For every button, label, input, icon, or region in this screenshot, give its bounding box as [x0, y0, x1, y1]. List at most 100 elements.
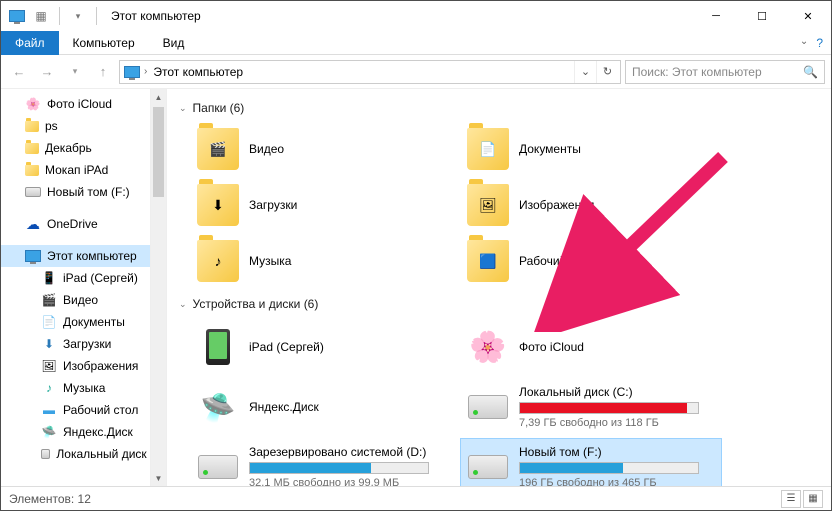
folders-grid: 🎬Видео 📄 Документы ⬇Загрузки🖼Изображения♪Му… — [191, 123, 819, 287]
scrollbar-thumb[interactable] — [153, 107, 164, 197]
tab-computer[interactable]: Компьютер — [59, 32, 149, 54]
chevron-down-icon[interactable]: ⌄ — [800, 36, 808, 50]
sidebar-item[interactable]: ▬Рабочий стол — [1, 399, 166, 421]
device-label: Фото iCloud — [519, 340, 715, 354]
storage-bar — [519, 462, 699, 474]
help-icon[interactable]: ? — [816, 36, 823, 50]
sidebar-item[interactable]: 📱iPad (Сергей) — [1, 267, 166, 289]
storage-text: 32,1 МБ свободно из 99,9 МБ — [249, 477, 445, 486]
pc-icon[interactable] — [7, 6, 27, 26]
scroll-up-icon[interactable]: ▲ — [151, 89, 166, 105]
close-button[interactable]: ✕ — [785, 1, 831, 31]
ribbon-right: ⌄ ? — [800, 36, 831, 50]
maximize-button[interactable]: ☐ — [739, 1, 785, 31]
folder-item[interactable]: 🟦 Рабочий стол — [461, 235, 721, 287]
sidebar-item-label: Документы — [63, 315, 125, 329]
folder-item[interactable]: 📄 Документы — [461, 123, 721, 175]
sidebar-item[interactable]: 🌸Фото iCloud — [1, 93, 166, 115]
content-pane: ⌄ Папки (6) 🎬Видео 📄 Документы ⬇Загрузки🖼Из… — [167, 89, 831, 486]
sidebar-item[interactable]: ☁OneDrive — [1, 213, 166, 235]
pc-icon — [122, 62, 142, 82]
device-item[interactable]: 🌸 Фото iCloud — [461, 319, 721, 375]
search-placeholder: Поиск: Этот компьютер — [632, 65, 803, 79]
forward-button[interactable]: → — [35, 60, 59, 84]
sidebar-item[interactable]: Этот компьютер — [1, 245, 166, 267]
sidebar-scrollbar[interactable]: ▲ ▼ — [150, 89, 166, 486]
sidebar-item[interactable]: Декабрь — [1, 137, 166, 159]
folder-icon: 🟦 — [467, 240, 509, 282]
search-input[interactable]: Поиск: Этот компьютер 🔍 — [625, 60, 825, 84]
folder-label: Загрузки — [249, 198, 297, 212]
sidebar-item[interactable]: ⬇Загрузки — [1, 333, 166, 355]
sidebar-item-label: Музыка — [63, 381, 105, 395]
group-header-folders[interactable]: ⌄ Папки (6) — [179, 101, 819, 115]
up-button[interactable]: ↑ — [91, 60, 115, 84]
item-count: Элементов: 12 — [9, 492, 91, 506]
folder-label: Документы — [519, 142, 581, 156]
device-label: iPad (Сергей) — [249, 340, 445, 354]
device-icon — [197, 446, 239, 486]
chevron-right-icon[interactable]: › — [142, 66, 149, 77]
refresh-button[interactable]: ↻ — [596, 61, 618, 83]
device-icon — [467, 446, 509, 486]
sidebar-item[interactable]: 🎬Видео — [1, 289, 166, 311]
sidebar-item-label: Изображения — [63, 359, 138, 373]
window-title: Этот компьютер — [107, 9, 693, 23]
device-icon: 🌸 — [467, 326, 509, 368]
scroll-down-icon[interactable]: ▼ — [151, 470, 166, 486]
tiles-view-button[interactable]: ▦ — [803, 490, 823, 508]
sidebar-item[interactable]: 🖼Изображения — [1, 355, 166, 377]
status-bar: Элементов: 12 ☰ ▦ — [1, 486, 831, 510]
separator — [59, 7, 60, 25]
group-header-devices[interactable]: ⌄ Устройства и диски (6) — [179, 297, 819, 311]
body: 🌸 Фото iCloud psДекабрь Мокап iPAd Новый том… — [1, 89, 831, 486]
address-dropdown-button[interactable]: ⌄ — [574, 61, 596, 83]
device-item[interactable]: Локальный диск (C:)7,39 ГБ свободно из 1… — [461, 379, 721, 435]
recent-dropdown[interactable]: ▾ — [63, 60, 87, 84]
sidebar-item[interactable]: 📄Документы — [1, 311, 166, 333]
quick-access-toolbar: ▦ ▾ — [1, 6, 107, 26]
chevron-down-icon: ⌄ — [179, 299, 187, 310]
folder-item[interactable]: 🖼Изображения — [461, 179, 721, 231]
caret-chevron-icon[interactable]: ▾ — [68, 6, 88, 26]
sidebar-item-label: Рабочий стол — [63, 403, 138, 417]
folder-label: Рабочий стол — [519, 254, 594, 268]
device-label: Локальный диск (C:) — [519, 385, 715, 399]
address-bar[interactable]: › Этот компьютер ⌄ ↻ — [119, 60, 621, 84]
device-item[interactable]: Зарезервировано системой (D:)32,1 МБ сво… — [191, 439, 451, 486]
folder-icon: 📄 — [467, 128, 509, 170]
view-switcher: ☰ ▦ — [781, 490, 823, 508]
sidebar-item-label: Мокап iPAd — [45, 163, 108, 177]
folder-item[interactable]: 🎬Видео — [191, 123, 451, 175]
navigation-bar: ← → ▾ ↑ › Этот компьютер ⌄ ↻ Поиск: Этот… — [1, 55, 831, 89]
device-item[interactable]: Новый том (F:)196 ГБ свободно из 465 ГБ — [461, 439, 721, 486]
sidebar-item[interactable]: Мокап iPAd — [1, 159, 166, 181]
sidebar-item-label: Видео — [63, 293, 98, 307]
sidebar-item[interactable]: ps — [1, 115, 166, 137]
device-item[interactable]: iPad (Сергей) — [191, 319, 451, 375]
sidebar-item-label: Фото iCloud — [47, 97, 112, 111]
sidebar-item[interactable]: Локальный диск (… — [1, 443, 166, 465]
sidebar-item[interactable]: Новый том (F:) — [1, 181, 166, 203]
storage-bar — [249, 462, 429, 474]
details-view-button[interactable]: ☰ — [781, 490, 801, 508]
sidebar-item[interactable]: 🛸Яндекс.Диск — [1, 421, 166, 443]
back-button[interactable]: ← — [7, 60, 31, 84]
storage-text: 196 ГБ свободно из 465 ГБ — [519, 477, 715, 486]
devices-grid: iPad (Сергей)🌸Фото iCloud🛸Яндекс.ДискЛок… — [191, 319, 819, 486]
sidebar-item-label: OneDrive — [47, 217, 98, 231]
tab-file[interactable]: Файл — [1, 31, 59, 55]
sidebar-item[interactable]: ♪Музыка — [1, 377, 166, 399]
minimize-button[interactable]: ─ — [693, 1, 739, 31]
properties-icon[interactable]: ▦ — [31, 6, 51, 26]
folder-item[interactable]: ♪Музыка — [191, 235, 451, 287]
tab-view[interactable]: Вид — [149, 32, 199, 54]
group-title: Папки (6) — [193, 101, 245, 115]
device-item[interactable]: 🛸Яндекс.Диск — [191, 379, 451, 435]
device-icon — [467, 386, 509, 428]
device-label: Яндекс.Диск — [249, 400, 445, 414]
folder-item[interactable]: ⬇Загрузки — [191, 179, 451, 231]
breadcrumb-location[interactable]: Этот компьютер — [149, 65, 247, 79]
folder-icon: 🖼 — [467, 184, 509, 226]
sidebar-item-label: Этот компьютер — [47, 249, 137, 263]
